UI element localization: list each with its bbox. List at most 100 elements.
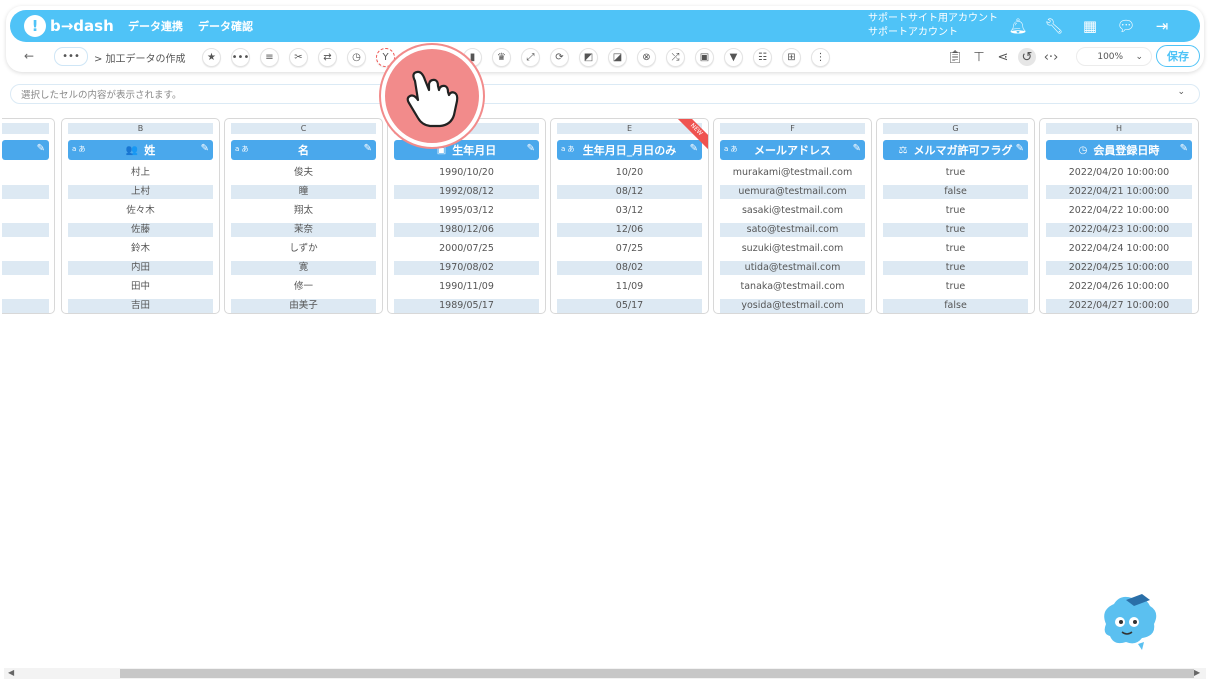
- table-cell[interactable]: 12/06: [557, 223, 702, 237]
- flow-icon[interactable]: ⊤: [970, 48, 988, 66]
- pencil-icon[interactable]: ✎: [37, 143, 45, 154]
- nav-data-check[interactable]: データ確認: [198, 18, 253, 34]
- crown-icon[interactable]: ♛: [492, 48, 511, 67]
- code-icon[interactable]: ‹·›: [1042, 48, 1060, 66]
- table-cell[interactable]: false: [883, 299, 1028, 313]
- column-header[interactable]: a あ 👥 姓 ✎: [68, 140, 213, 160]
- table-cell[interactable]: true: [883, 223, 1028, 237]
- table-cell[interactable]: sato@testmail.com: [720, 223, 865, 237]
- column-header[interactable]: ✎: [2, 140, 49, 160]
- table-cell[interactable]: 上村: [68, 185, 213, 199]
- table-cell[interactable]: sasaki@testmail.com: [720, 204, 865, 218]
- text-lines-icon[interactable]: ≡: [260, 48, 279, 67]
- pencil-icon[interactable]: ✎: [1016, 143, 1024, 154]
- table-cell[interactable]: 1990/10/20: [394, 166, 539, 180]
- column-header[interactable]: ◷ 会員登録日時 ✎: [1046, 140, 1192, 160]
- table-cell[interactable]: tanaka@testmail.com: [720, 280, 865, 294]
- nav-data-integration[interactable]: データ連携: [128, 18, 183, 34]
- cell-content-bar[interactable]: 選択したセルの内容が表示されます。 ⌄: [10, 84, 1200, 104]
- horizontal-scrollbar[interactable]: ◀ ▶: [4, 668, 1206, 679]
- back-arrow-icon[interactable]: ←: [24, 49, 34, 63]
- table-cell[interactable]: 修一: [231, 280, 376, 294]
- table-cell[interactable]: 俊夫: [231, 166, 376, 180]
- split-icon[interactable]: ⇄: [318, 48, 337, 67]
- table-cell[interactable]: 08/02: [557, 261, 702, 275]
- table-cell[interactable]: true: [883, 166, 1028, 180]
- table-cell[interactable]: 内田: [68, 261, 213, 275]
- star-icon[interactable]: ★: [202, 48, 221, 67]
- table-cell[interactable]: false: [883, 185, 1028, 199]
- shuffle-icon[interactable]: ⤮: [666, 48, 685, 67]
- table-cell[interactable]: 2022/04/27 10:00:00: [1046, 299, 1192, 313]
- table-cell[interactable]: utida@testmail.com: [720, 261, 865, 275]
- table-cell[interactable]: 2022/04/25 10:00:00: [1046, 261, 1192, 275]
- table-cell[interactable]: 08/12: [557, 185, 702, 199]
- wrench-icon[interactable]: 🔧︎: [1044, 16, 1064, 36]
- table-cell[interactable]: 10/20: [557, 166, 702, 180]
- pencil-icon[interactable]: ✎: [201, 143, 209, 154]
- table-cell[interactable]: murakami@testmail.com: [720, 166, 865, 180]
- table-cell[interactable]: 2022/04/20 10:00:00: [1046, 166, 1192, 180]
- table-cell[interactable]: 佐藤: [68, 223, 213, 237]
- table-cell[interactable]: [2, 261, 49, 275]
- box-icon[interactable]: ◪: [608, 48, 627, 67]
- table-cell[interactable]: true: [883, 280, 1028, 294]
- table-cell[interactable]: [2, 185, 49, 199]
- table-cell[interactable]: 2022/04/26 10:00:00: [1046, 280, 1192, 294]
- table-cell[interactable]: 寛: [231, 261, 376, 275]
- users-icon[interactable]: ☷: [753, 48, 772, 67]
- table-cell[interactable]: true: [883, 261, 1028, 275]
- column-header[interactable]: a あ メールアドレス ✎: [720, 140, 865, 160]
- share-icon[interactable]: ⋖: [994, 48, 1012, 66]
- table-cell[interactable]: 1970/08/02: [394, 261, 539, 275]
- table-cell[interactable]: 2022/04/22 10:00:00: [1046, 204, 1192, 218]
- table-cell[interactable]: 2022/04/24 10:00:00: [1046, 242, 1192, 256]
- table-cell[interactable]: 佐々木: [68, 204, 213, 218]
- pencil-icon[interactable]: ✎: [853, 143, 861, 154]
- table-cell[interactable]: 吉田: [68, 299, 213, 313]
- save-button[interactable]: 保存: [1156, 45, 1200, 67]
- column-header[interactable]: a あ生年月日_月日のみ ✎: [557, 140, 702, 160]
- table-cell[interactable]: 2022/04/21 10:00:00: [1046, 185, 1192, 199]
- table-cell[interactable]: 1995/03/12: [394, 204, 539, 218]
- table-icon[interactable]: ⊞: [782, 48, 801, 67]
- scrollbar-thumb[interactable]: [120, 669, 1194, 678]
- apps-grid-icon[interactable]: ▦: [1080, 16, 1100, 36]
- table-cell[interactable]: 2000/07/25: [394, 242, 539, 256]
- more-dots-icon[interactable]: •••: [231, 48, 250, 67]
- mascot-icon[interactable]: [1096, 592, 1160, 652]
- frame-icon[interactable]: ▣: [695, 48, 714, 67]
- table-cell[interactable]: 翔太: [231, 204, 376, 218]
- table-cell[interactable]: 茉奈: [231, 223, 376, 237]
- table-cell[interactable]: suzuki@testmail.com: [720, 242, 865, 256]
- tools-icon[interactable]: ✂: [289, 48, 308, 67]
- table-cell[interactable]: 瞳: [231, 185, 376, 199]
- columns-icon[interactable]: ⋮: [811, 48, 830, 67]
- filter-icon[interactable]: ▼: [724, 48, 743, 67]
- table-cell[interactable]: yosida@testmail.com: [720, 299, 865, 313]
- table-cell[interactable]: true: [883, 242, 1028, 256]
- table-cell[interactable]: 03/12: [557, 204, 702, 218]
- logout-icon[interactable]: ⇥: [1152, 16, 1172, 36]
- table-cell[interactable]: 1989/05/17: [394, 299, 539, 313]
- account-info[interactable]: サポートサイト用アカウント サポートアカウント: [868, 12, 998, 40]
- table-cell[interactable]: uemura@testmail.com: [720, 185, 865, 199]
- column-header[interactable]: ⚖ メルマガ許可フラグ ✎: [883, 140, 1028, 160]
- pencil-icon[interactable]: ✎: [527, 143, 535, 154]
- zoom-select[interactable]: 100% ⌄: [1076, 47, 1152, 66]
- table-cell[interactable]: 05/17: [557, 299, 702, 313]
- table-cell[interactable]: 1992/08/12: [394, 185, 539, 199]
- table-cell[interactable]: 田中: [68, 280, 213, 294]
- lock-icon[interactable]: ◩: [579, 48, 598, 67]
- table-cell[interactable]: しずか: [231, 242, 376, 256]
- history-icon[interactable]: ↺: [1018, 48, 1036, 66]
- table-cell[interactable]: 由美子: [231, 299, 376, 313]
- table-cell[interactable]: true: [883, 204, 1028, 218]
- table-cell[interactable]: 1990/11/09: [394, 280, 539, 294]
- table-cell[interactable]: 1980/12/06: [394, 223, 539, 237]
- pencil-icon[interactable]: ✎: [690, 143, 698, 154]
- bell-icon[interactable]: 🔔︎: [1008, 16, 1028, 36]
- table-cell[interactable]: [2, 223, 49, 237]
- pencil-icon[interactable]: ✎: [1180, 143, 1188, 154]
- repeat-icon[interactable]: ⟳: [550, 48, 569, 67]
